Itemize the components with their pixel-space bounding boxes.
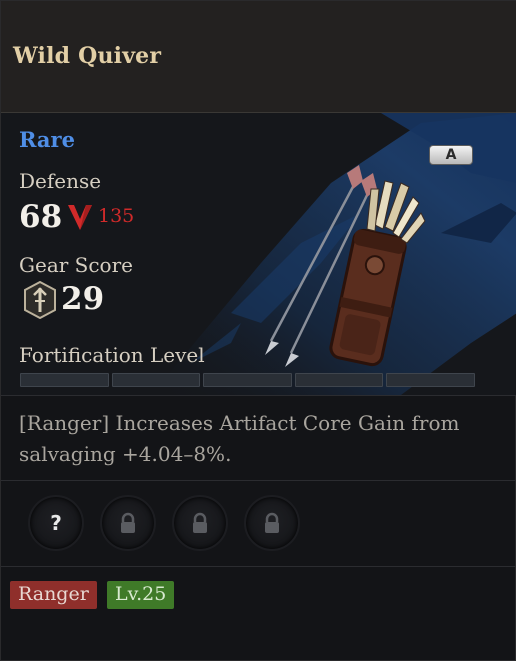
socket-unknown[interactable]: ? [28,495,84,551]
fortification-segment [20,373,109,387]
socket-locked[interactable] [172,495,228,551]
fortification-label: Fortification Level [19,343,205,367]
item-name: Wild Quiver [13,43,162,69]
lock-icon [265,512,279,533]
down-arrow-icon [68,205,92,230]
class-tag: Ranger [10,581,97,609]
defense-value: 68 [19,199,63,235]
tag-row: Ranger Lv.25 [1,567,516,627]
socket-locked[interactable] [100,495,156,551]
item-stats-panel: Rare Defense 68 135 Gear Score 29 Fortif… [1,113,516,395]
fortification-segment [111,373,201,387]
socket-locked[interactable] [244,495,300,551]
rarity-label: Rare [19,127,75,152]
socket-row: ? [1,482,516,567]
fortification-segment [386,373,475,387]
defense-label: Defense [19,169,102,193]
fortification-segment [203,373,292,387]
gear-score-shield-icon [24,281,56,319]
defense-compare-value: 135 [98,205,135,227]
gear-score-label: Gear Score [19,253,133,277]
level-tag: Lv.25 [107,581,175,609]
lock-icon [193,512,207,533]
tooltip-header: Wild Quiver [1,1,516,113]
fortification-bar [20,373,475,387]
gear-score-value: 29 [61,281,105,317]
svg-text:?: ? [50,511,62,535]
lock-icon [121,512,135,533]
quiver-with-arrows-icon [265,165,426,367]
question-mark-icon: ? [50,511,62,535]
item-tooltip: Wild Quiver Rare Defense 68 135 Gear Sco… [0,0,516,661]
description-text: [Ranger] Increases Artifact Core Gain fr… [19,411,460,466]
item-description: [Ranger] Increases Artifact Core Gain fr… [1,395,516,481]
fortification-segment [294,373,384,387]
